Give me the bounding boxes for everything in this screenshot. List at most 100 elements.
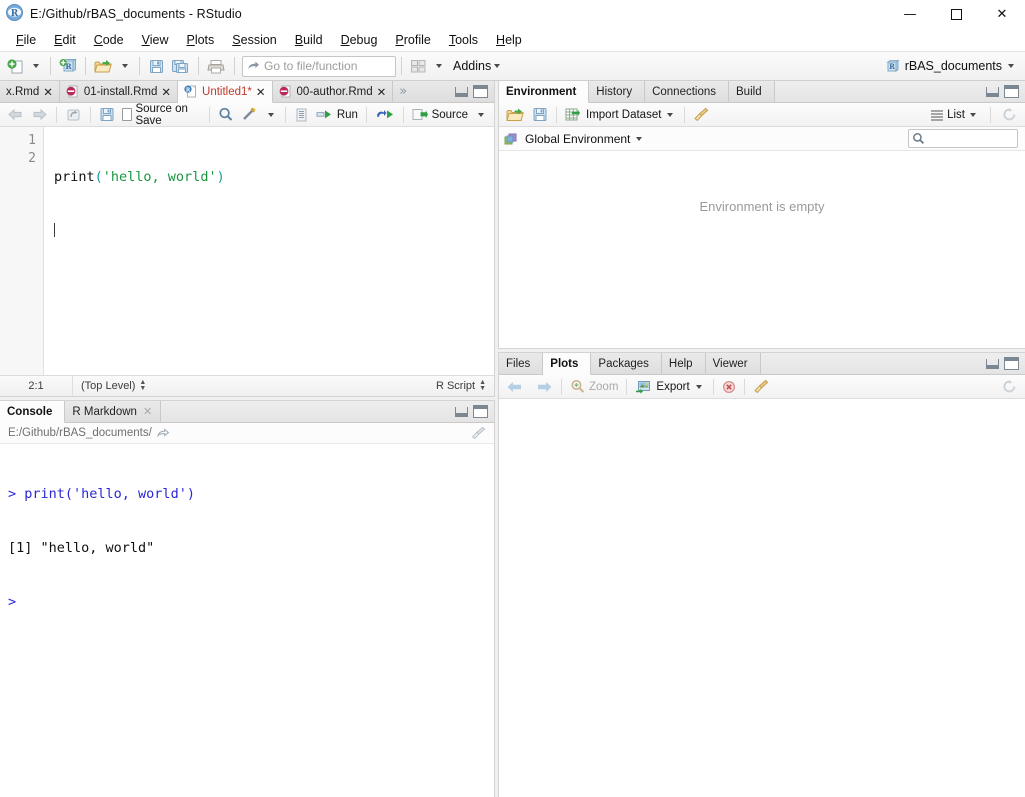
compile-report-icon[interactable] <box>291 105 312 124</box>
tab-plots[interactable]: Plots <box>543 353 592 375</box>
tab-connections[interactable]: Connections <box>645 81 730 102</box>
tab-viewer[interactable]: Viewer <box>705 353 761 374</box>
toolbar-separator <box>684 106 686 123</box>
maximize-pane-icon[interactable] <box>473 405 488 418</box>
import-dataset-button[interactable]: Import Dataset <box>562 105 679 124</box>
plots-display-area[interactable] <box>499 399 1025 797</box>
tab-history[interactable]: History <box>589 81 646 102</box>
environment-search-input[interactable] <box>908 129 1018 148</box>
zoom-plot-button[interactable]: Zoom <box>567 377 621 396</box>
tab-r-markdown[interactable]: R Markdown ✕ <box>65 401 162 422</box>
scope-selector[interactable]: (Top Level) ▲ ▼ <box>73 376 154 396</box>
open-file-button[interactable] <box>91 55 116 77</box>
source-status-bar: 2:1 (Top Level) ▲ ▼ R Script ▲ ▼ <box>0 375 494 396</box>
goto-file-function-input[interactable]: Go to file/function <box>242 55 396 77</box>
tab-files[interactable]: Files <box>499 353 544 374</box>
window-minimize-button[interactable]: — <box>887 0 933 28</box>
minimize-pane-icon[interactable] <box>986 358 999 369</box>
menu-profile[interactable]: Profile <box>386 31 439 49</box>
addins-button[interactable]: Addins <box>448 55 506 77</box>
new-project-button[interactable]: R <box>56 55 80 77</box>
forward-arrow-icon[interactable] <box>530 377 556 396</box>
forward-arrow-icon[interactable] <box>28 105 51 124</box>
tab-help[interactable]: Help <box>661 353 706 374</box>
source-tab-untitled1[interactable]: R Untitled1* ✕ <box>178 81 273 103</box>
tab-strip-filler <box>161 401 455 422</box>
tab-console[interactable]: Console <box>0 401 66 423</box>
tab-build[interactable]: Build <box>729 81 775 102</box>
close-icon[interactable]: ✕ <box>161 85 171 99</box>
menu-help[interactable]: Help <box>487 31 531 49</box>
rmd-icon <box>66 85 79 98</box>
save-all-button[interactable] <box>168 55 193 77</box>
code-text-area[interactable]: print('hello, world') <box>44 127 494 375</box>
new-file-dropdown[interactable] <box>27 55 45 77</box>
save-button[interactable] <box>96 105 118 124</box>
clear-plots-button[interactable] <box>750 377 773 396</box>
menu-bar: File Edit Code View Plots Session Build … <box>0 29 1025 51</box>
maximize-pane-icon[interactable] <box>1004 357 1019 370</box>
close-icon[interactable]: ✕ <box>256 85 266 99</box>
menu-view[interactable]: View <box>133 31 178 49</box>
source-tab-00-author-rmd[interactable]: 00-author.Rmd ✕ <box>272 81 394 102</box>
clear-environment-button[interactable] <box>690 105 713 124</box>
toolbar-separator <box>56 106 57 123</box>
rerun-icon[interactable] <box>372 105 398 124</box>
source-dropdown[interactable] <box>472 105 490 124</box>
maximize-pane-icon[interactable] <box>473 85 488 98</box>
panes-layout-icon[interactable] <box>407 55 430 77</box>
open-file-dropdown[interactable] <box>116 55 134 77</box>
project-selector[interactable]: R rBAS_documents <box>885 59 1017 74</box>
run-button[interactable]: Run <box>313 105 361 124</box>
console-output[interactable]: > print('hello, world') [1] "hello, worl… <box>0 444 494 797</box>
save-workspace-button[interactable] <box>529 105 551 124</box>
refresh-icon[interactable] <box>999 377 1020 396</box>
print-button[interactable] <box>204 55 229 77</box>
source-tab-01-install-rmd[interactable]: 01-install.Rmd ✕ <box>59 81 179 102</box>
minimize-pane-icon[interactable] <box>455 86 468 97</box>
save-button[interactable] <box>145 55 168 77</box>
menu-build[interactable]: Build <box>286 31 332 49</box>
environment-view-selector[interactable]: List <box>927 105 982 124</box>
file-type-selector[interactable]: R Script ▲ ▼ <box>428 376 494 396</box>
menu-file[interactable]: File <box>7 31 45 49</box>
working-directory-path[interactable]: E:/Github/rBAS_documents/ <box>8 427 152 439</box>
minimize-pane-icon[interactable] <box>986 86 999 97</box>
code-tools-icon[interactable] <box>238 105 261 124</box>
window-close-button[interactable]: ✕ <box>979 0 1025 28</box>
menu-edit[interactable]: Edit <box>45 31 85 49</box>
menu-tools[interactable]: Tools <box>440 31 487 49</box>
load-workspace-button[interactable] <box>503 105 528 124</box>
close-icon[interactable]: ✕ <box>377 85 387 99</box>
menu-plots[interactable]: Plots <box>177 31 223 49</box>
tab-packages[interactable]: Packages <box>591 353 662 374</box>
new-file-button[interactable] <box>4 55 27 77</box>
plots-toolbar-right <box>999 377 1020 396</box>
menu-debug[interactable]: Debug <box>332 31 387 49</box>
broom-icon[interactable] <box>471 426 486 440</box>
minimize-pane-icon[interactable] <box>455 406 468 417</box>
refresh-icon[interactable] <box>999 105 1020 124</box>
tab-label: Console <box>7 405 53 418</box>
search-icon[interactable] <box>215 105 237 124</box>
show-directory-icon[interactable] <box>156 427 170 439</box>
maximize-pane-icon[interactable] <box>1004 85 1019 98</box>
back-arrow-icon[interactable] <box>4 105 27 124</box>
chevron-double-right-icon[interactable]: » <box>393 81 411 102</box>
remove-plot-icon[interactable] <box>719 377 739 396</box>
export-plot-button[interactable]: Export <box>632 377 707 396</box>
back-arrow-icon[interactable] <box>503 377 529 396</box>
menu-code[interactable]: Code <box>85 31 133 49</box>
source-tab-x-rmd[interactable]: x.Rmd ✕ <box>0 81 60 102</box>
close-icon[interactable]: ✕ <box>142 405 153 418</box>
close-icon[interactable]: ✕ <box>43 85 53 99</box>
panes-layout-dropdown[interactable] <box>430 55 448 77</box>
tab-environment[interactable]: Environment <box>499 81 590 103</box>
code-tools-dropdown[interactable] <box>262 105 280 124</box>
source-button[interactable]: Source <box>409 105 471 124</box>
window-maximize-button[interactable] <box>933 0 979 28</box>
show-in-new-window-icon[interactable] <box>62 105 85 124</box>
menu-session[interactable]: Session <box>223 31 285 49</box>
code-editor[interactable]: 1 2 print('hello, world') <box>0 127 494 375</box>
source-on-save-checkbox[interactable]: Source on Save <box>119 103 205 127</box>
